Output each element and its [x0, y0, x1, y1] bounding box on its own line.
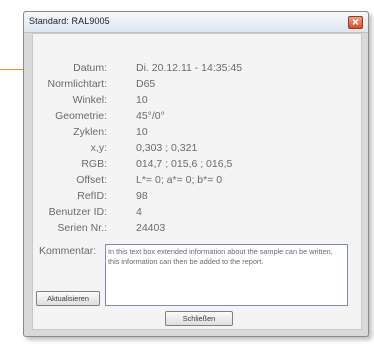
comment-textbox[interactable]: In this text box extended information ab…	[105, 244, 348, 306]
close-icon	[352, 19, 359, 25]
cycles-label: Zyklen:	[73, 126, 107, 138]
angle-value: 10	[136, 94, 148, 106]
user-id-label: Benutzer ID:	[48, 206, 107, 218]
xy-label: x,y:	[90, 142, 107, 154]
dialog-content: Datum: Di. 20.12.11 - 14:35:45 Normlicht…	[32, 33, 362, 330]
update-button[interactable]: Aktualisieren	[36, 291, 100, 306]
rgb-label: RGB:	[81, 158, 107, 170]
ref-id-label: RefID:	[77, 190, 107, 202]
offset-label: Offset:	[76, 174, 107, 186]
geometry-label: Geometrie:	[55, 110, 107, 122]
window-title: Standard: RAL9005	[29, 16, 110, 26]
xy-value: 0,303 ; 0,321	[136, 142, 198, 154]
angle-label: Winkel:	[72, 94, 107, 106]
close-window-button[interactable]	[348, 16, 363, 29]
offset-value: L*= 0; a*= 0; b*= 0	[136, 174, 223, 186]
rgb-value: 014,7 ; 015,6 ; 016,5	[136, 158, 233, 170]
standard-dialog: Standard: RAL9005 Datum: Di. 20.12.11 - …	[23, 11, 369, 337]
cycles-value: 10	[136, 126, 148, 138]
illuminant-label: Normlichtart:	[47, 78, 107, 90]
ref-id-value: 98	[136, 190, 148, 202]
user-id-value: 4	[136, 206, 142, 218]
close-button[interactable]: Schließen	[165, 311, 233, 326]
serial-number-label: Serien Nr.:	[57, 222, 107, 234]
comment-text: In this text box extended information ab…	[108, 247, 333, 266]
geometry-value: 45°/0°	[136, 110, 165, 122]
title-bar[interactable]: Standard: RAL9005	[24, 12, 368, 33]
serial-number-value: 24403	[136, 222, 166, 234]
illuminant-value: D65	[136, 78, 156, 90]
comment-label: Kommentar:	[39, 245, 97, 257]
date-label: Datum:	[73, 62, 107, 74]
date-value: Di. 20.12.11 - 14:35:45	[136, 62, 243, 74]
